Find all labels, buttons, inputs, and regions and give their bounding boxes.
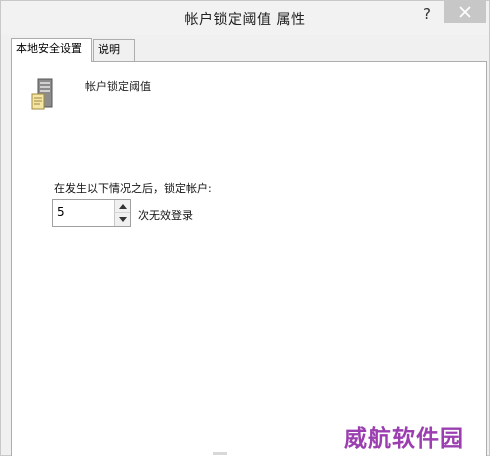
policy-name: 帐户锁定阈值: [85, 80, 151, 93]
close-icon: [459, 6, 471, 18]
bottom-divider: [213, 452, 227, 455]
spin-up-button[interactable]: [114, 200, 130, 213]
tab-panel: 帐户锁定阈值 在发生以下情况之后，锁定帐户: 5 次无效登录: [11, 61, 487, 456]
tab-explain[interactable]: 说明: [93, 39, 135, 61]
server-policy-icon: [30, 78, 58, 112]
arrow-up-icon: [119, 204, 127, 209]
arrow-down-icon: [119, 217, 127, 222]
tab-local-security-setting[interactable]: 本地安全设置: [11, 38, 92, 62]
invalid-logons-label: 次无效登录: [138, 209, 193, 222]
lockout-instruction-label: 在发生以下情况之后，锁定帐户:: [54, 182, 212, 195]
properties-dialog: 帐户锁定阈值 属性 ? 本地安全设置 说明 帐户锁定阈值 在发生以下情况之后，锁…: [0, 0, 490, 456]
lockout-threshold-input[interactable]: 5: [57, 205, 65, 219]
lockout-threshold-spinner[interactable]: 5: [52, 199, 131, 227]
close-button[interactable]: [444, 1, 486, 23]
title-bar[interactable]: 帐户锁定阈值 属性 ?: [1, 1, 489, 35]
spin-down-button[interactable]: [114, 213, 130, 226]
site-watermark: 威航软件园: [344, 425, 464, 452]
help-button[interactable]: ?: [413, 3, 441, 25]
